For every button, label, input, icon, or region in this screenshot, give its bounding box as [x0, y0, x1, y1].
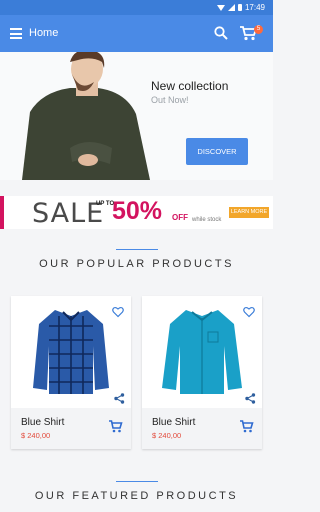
percent-text: 50%: [112, 197, 163, 225]
status-bar: 17:49: [0, 0, 273, 15]
hero-banner: New collection Out Now! DISCOVER: [0, 52, 273, 180]
stock-text: while stock: [192, 217, 222, 223]
hero-title: New collection: [151, 79, 229, 93]
share-icon[interactable]: [245, 393, 256, 404]
favorite-icon[interactable]: [112, 306, 124, 318]
product-price: $ 240,00: [21, 431, 51, 440]
product-name: Blue Shirt: [21, 417, 65, 428]
learn-more-button[interactable]: LEARN MORE: [229, 207, 269, 218]
search-icon[interactable]: [214, 26, 228, 40]
section-title-popular: OUR POPULAR PRODUCTS: [39, 258, 234, 270]
shirt-image: [33, 310, 109, 394]
product-footer: Blue Shirt $ 240,00: [142, 408, 262, 449]
accent-bar: [0, 196, 4, 229]
app-bar: Home 5: [0, 15, 273, 52]
favorite-icon[interactable]: [243, 306, 255, 318]
product-price: $ 240,00: [152, 431, 182, 440]
signal-icon: [227, 4, 235, 11]
cart-badge: 5: [254, 25, 263, 34]
status-time: 17:49: [244, 3, 265, 12]
product-name: Blue Shirt: [152, 417, 196, 428]
sale-banner[interactable]: SALE UP TO 50% OFF while stock LEARN MOR…: [0, 196, 273, 229]
shirt-image: [162, 310, 242, 394]
product-footer: Blue Shirt $ 240,00: [11, 408, 131, 449]
add-to-cart-icon[interactable]: [240, 420, 254, 433]
model-image: [22, 52, 150, 180]
wifi-icon: [216, 4, 225, 11]
sale-text: SALE: [32, 198, 105, 229]
off-text: OFF: [172, 213, 188, 222]
add-to-cart-icon[interactable]: [109, 420, 123, 433]
product-card[interactable]: Blue Shirt $ 240,00: [11, 296, 131, 449]
section-divider: [116, 249, 158, 250]
section-title-featured: OUR FEATURED PRODUCTS: [34, 490, 239, 502]
battery-icon: [237, 4, 242, 11]
menu-icon[interactable]: [10, 28, 22, 39]
page-title: Home: [29, 27, 59, 39]
hero-subtitle: Out Now!: [151, 95, 189, 105]
share-icon[interactable]: [114, 393, 125, 404]
product-card[interactable]: Blue Shirt $ 240,00: [142, 296, 262, 449]
discover-button[interactable]: DISCOVER: [186, 138, 248, 165]
section-divider: [116, 481, 158, 482]
